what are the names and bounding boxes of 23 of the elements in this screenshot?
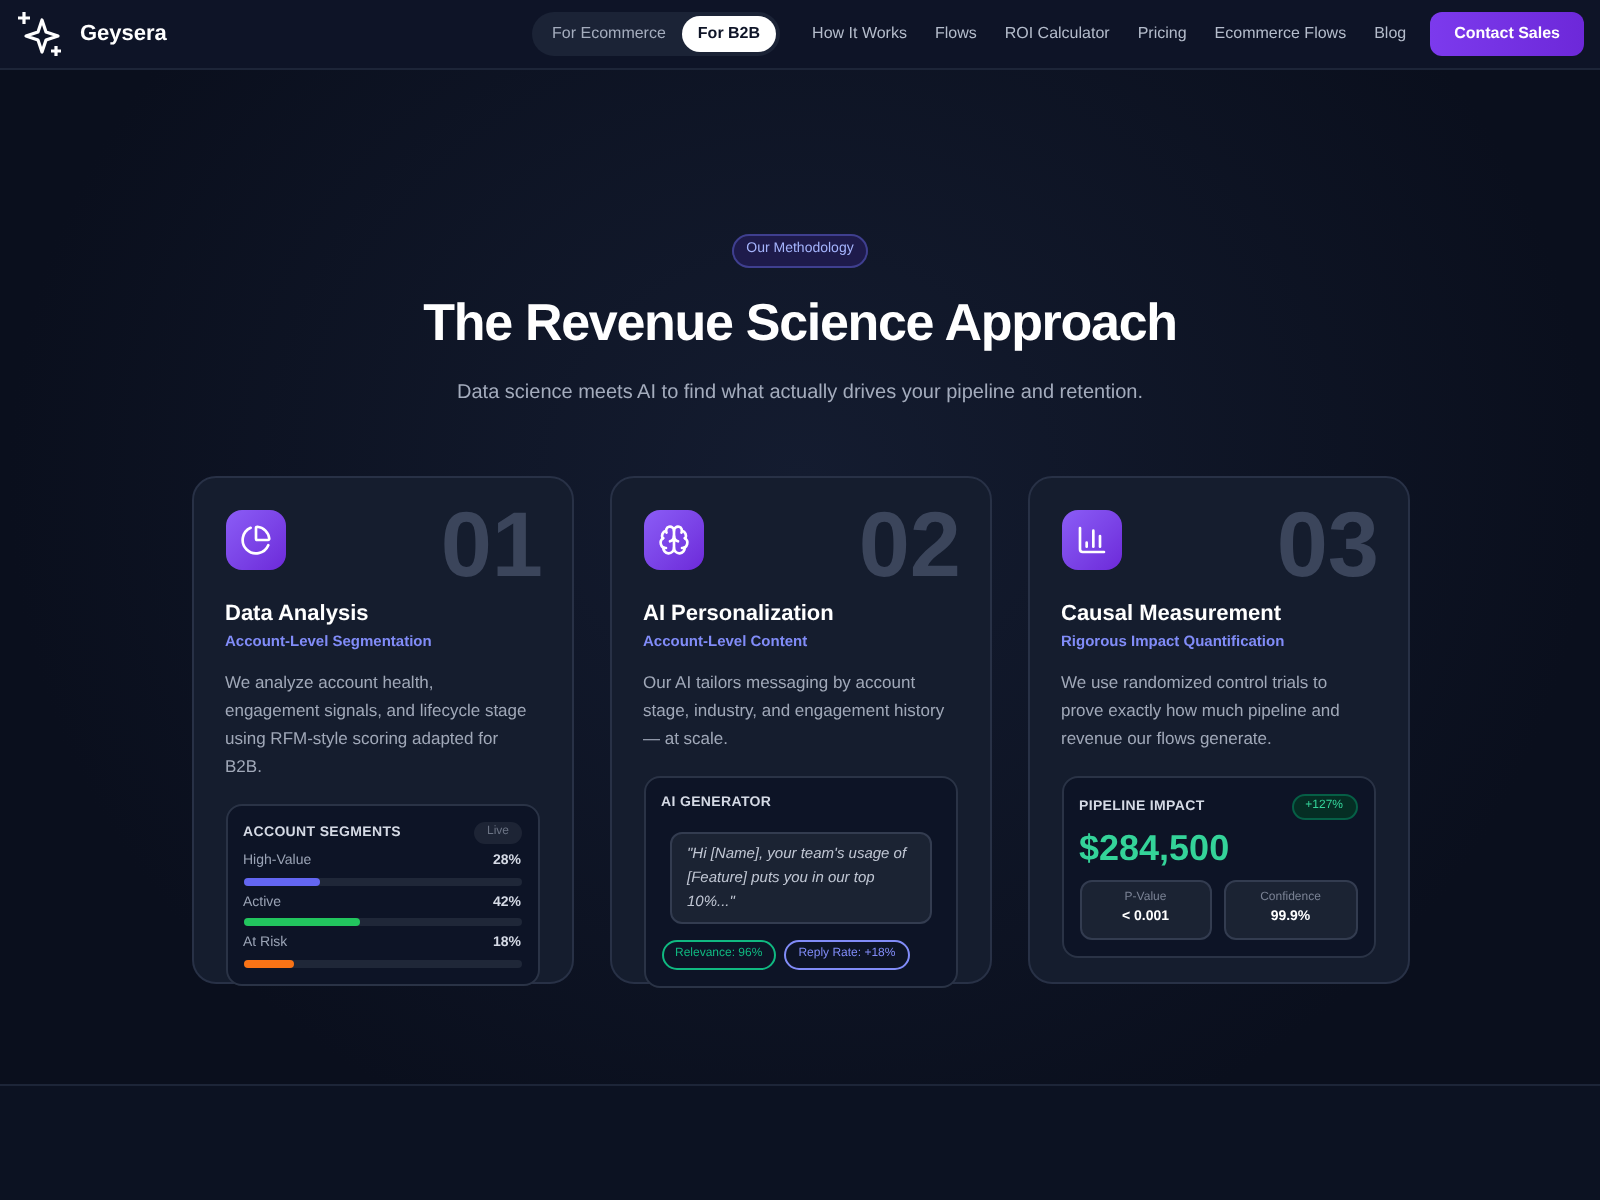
nav-link[interactable]: ROI Calculator xyxy=(1004,22,1110,46)
brand-name: Geysera xyxy=(80,19,167,50)
nav-link[interactable]: How It Works xyxy=(812,22,907,46)
nav-link[interactable]: Pricing xyxy=(1137,22,1187,46)
contact-sales-button[interactable]: Contact Sales xyxy=(1430,12,1584,56)
nav-link[interactable]: Ecommerce Flows xyxy=(1214,22,1347,46)
section-subtitle: Data science meets AI to find what actually drives your pipeline and retention. xyxy=(457,379,1143,407)
card-description: We use randomized control trials to prove exactly how much pipeline and revenue our flows generate. xyxy=(1061,670,1342,753)
bar-chart-icon xyxy=(1061,509,1121,569)
card-title: Causal Measurement xyxy=(1061,599,1284,629)
audience-tab[interactable]: For Ecommerce xyxy=(536,16,682,52)
impact-value: $284,500 xyxy=(1079,826,1232,873)
card-title: Data Analysis xyxy=(225,599,371,629)
card-description: We analyze account health, engagement signals, and lifecycle stage using RFM-style scoring adapted for B2B. xyxy=(225,670,529,781)
section-title: The Revenue Science Approach xyxy=(423,289,1177,355)
brain-icon xyxy=(643,509,703,569)
nav-link[interactable]: Blog xyxy=(1374,22,1407,46)
pie-chart-icon xyxy=(225,509,285,569)
audience-tab[interactable]: For B2B xyxy=(681,16,777,52)
sparkle-logo-icon xyxy=(16,10,64,58)
card-description: Our AI tailors messaging by account stage, industry, and engagement history — at scale. xyxy=(643,670,947,753)
nav-link[interactable]: Flows xyxy=(934,22,977,46)
card-title: AI Personalization xyxy=(643,599,836,629)
